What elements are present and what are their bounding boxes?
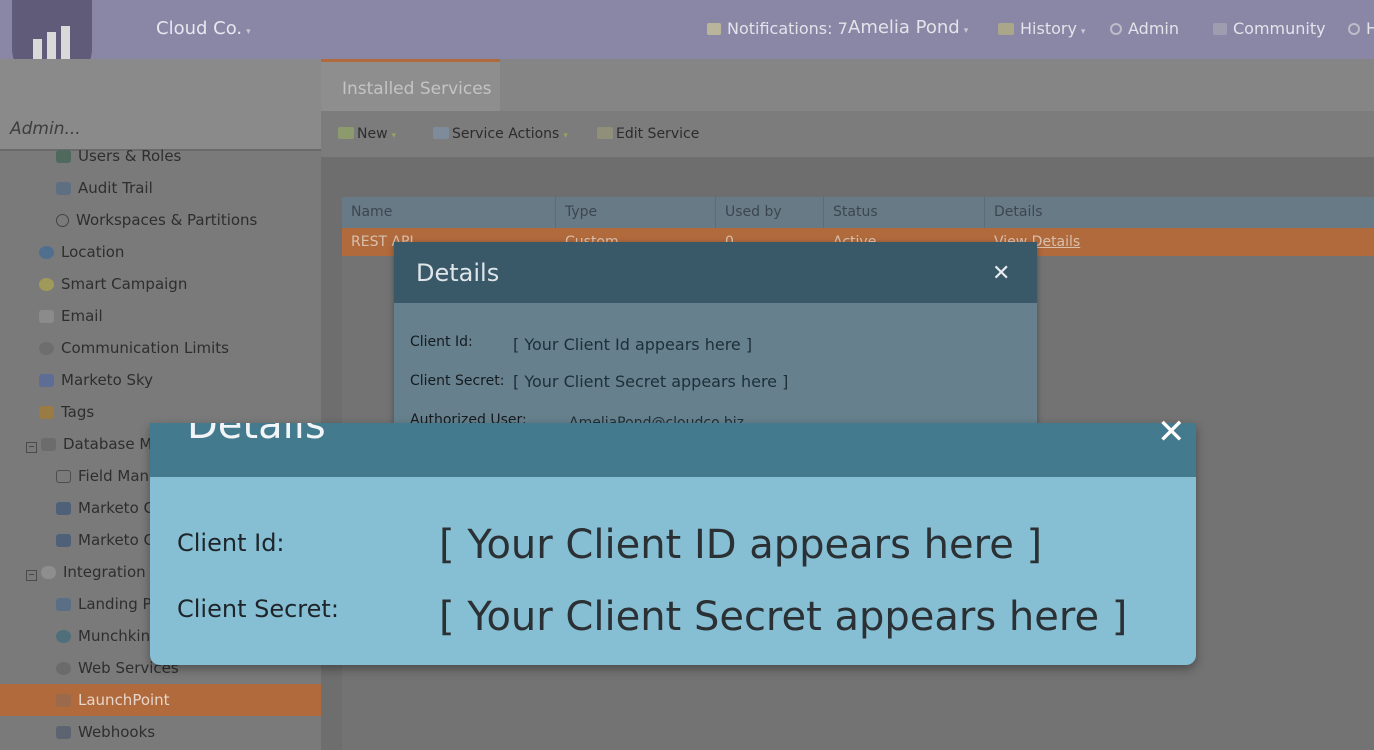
chevron-down-icon: ▾ bbox=[563, 131, 568, 141]
help-link[interactable]: H bbox=[1348, 19, 1374, 38]
callout-title: Details bbox=[187, 423, 326, 448]
sidebar-item-database-management[interactable]: − Database Ma bbox=[26, 428, 161, 460]
users-icon bbox=[56, 150, 71, 163]
column-name[interactable]: Name bbox=[342, 197, 556, 228]
callout-header: Details bbox=[150, 423, 1196, 477]
history-menu[interactable]: History ▾ bbox=[998, 19, 1085, 38]
chevron-down-icon: ▾ bbox=[1080, 27, 1086, 37]
service-actions-icon bbox=[433, 127, 449, 139]
field-icon bbox=[56, 470, 71, 483]
client-id-label: Client Id: bbox=[410, 334, 473, 350]
lightbulb-icon bbox=[39, 278, 54, 291]
sidebar-item-tags[interactable]: Tags bbox=[39, 396, 94, 428]
sidebar-item-landing-pages[interactable]: Landing Pa bbox=[56, 588, 160, 620]
rocket-icon bbox=[56, 694, 71, 707]
callout-client-id-value: [ Your Client ID appears here ] bbox=[439, 522, 1043, 568]
new-icon bbox=[338, 127, 354, 139]
column-type[interactable]: Type bbox=[556, 197, 716, 228]
cloud-icon bbox=[41, 566, 56, 579]
notifications-icon bbox=[707, 23, 721, 35]
history-icon bbox=[998, 23, 1014, 35]
workspace-brand[interactable]: Cloud Co. ▾ bbox=[156, 18, 251, 39]
bird-icon bbox=[39, 374, 54, 387]
sidebar-item-webhooks[interactable]: Webhooks bbox=[56, 716, 155, 748]
details-dialog-header: Details ✕ bbox=[394, 242, 1037, 303]
sidebar-item-marketo-custom-1[interactable]: Marketo C bbox=[56, 492, 154, 524]
admin-search[interactable]: Admin... bbox=[0, 59, 321, 151]
gear-icon bbox=[1110, 23, 1122, 35]
email-icon bbox=[39, 310, 54, 323]
column-details[interactable]: Details bbox=[985, 197, 1374, 228]
sidebar-item-marketo-custom-2[interactable]: Marketo C bbox=[56, 524, 154, 556]
marketo-icon bbox=[56, 502, 71, 515]
sidebar-item-munchkin[interactable]: Munchkin bbox=[56, 620, 150, 652]
collapse-icon[interactable]: − bbox=[26, 442, 37, 453]
edit-icon bbox=[597, 127, 613, 139]
chevron-down-icon: ▾ bbox=[391, 131, 397, 141]
collapse-icon[interactable]: − bbox=[26, 570, 37, 581]
webhook-icon bbox=[56, 726, 71, 739]
admin-search-text: Admin... bbox=[10, 119, 81, 139]
notifications-link[interactable]: Notifications: 7 bbox=[707, 19, 848, 38]
service-actions-button[interactable]: Service Actions ▾ bbox=[433, 126, 568, 142]
sidebar-item-smart-campaign[interactable]: Smart Campaign bbox=[39, 268, 187, 300]
marketo-icon bbox=[56, 534, 71, 547]
sidebar-item-integration[interactable]: − Integration bbox=[26, 556, 146, 588]
tag-icon bbox=[39, 406, 54, 419]
location-icon bbox=[39, 246, 54, 259]
details-zoom-callout: Details ✕ Client Id: [ Your Client ID ap… bbox=[150, 415, 1196, 665]
sidebar-item-location[interactable]: Location bbox=[39, 236, 124, 268]
edit-service-button[interactable]: Edit Service bbox=[597, 126, 699, 142]
toolbar: New ▾ Service Actions ▾ Edit Service bbox=[321, 111, 1374, 157]
community-icon bbox=[1213, 23, 1227, 35]
tab-installed-services[interactable]: Installed Services bbox=[321, 59, 500, 111]
tab-strip: Installed Services bbox=[321, 59, 1374, 111]
sidebar-item-communication-limits[interactable]: Communication Limits bbox=[39, 332, 229, 364]
landing-page-icon bbox=[56, 598, 71, 611]
sidebar-item-field-management[interactable]: Field Mana bbox=[56, 460, 158, 492]
callout-client-secret-value: [ Your Client Secret appears here ] bbox=[439, 594, 1128, 640]
column-status[interactable]: Status bbox=[824, 197, 985, 228]
close-icon[interactable]: ✕ bbox=[1157, 415, 1186, 449]
client-secret-value: [ Your Client Secret appears here ] bbox=[513, 372, 789, 391]
top-bar: Cloud Co. ▾ Notifications: 7 Amelia Pond ▾… bbox=[0, 0, 1374, 88]
close-icon[interactable]: ✕ bbox=[992, 261, 1010, 286]
sidebar-item-email[interactable]: Email bbox=[39, 300, 103, 332]
web-services-icon bbox=[56, 662, 71, 675]
user-menu[interactable]: Amelia Pond ▾ bbox=[848, 17, 968, 38]
sidebar-item-workspaces[interactable]: Workspaces & Partitions bbox=[56, 204, 257, 236]
sidebar-item-audit-trail[interactable]: Audit Trail bbox=[56, 172, 153, 204]
database-icon bbox=[41, 438, 56, 451]
grid-header: Name Type Used by Status Details bbox=[342, 197, 1374, 228]
client-id-value: [ Your Client Id appears here ] bbox=[513, 335, 753, 354]
callout-client-id-label: Client Id: bbox=[177, 529, 285, 557]
admin-link[interactable]: Admin bbox=[1110, 19, 1179, 38]
limits-icon bbox=[39, 342, 54, 355]
munchkin-icon bbox=[56, 630, 71, 643]
globe-icon bbox=[56, 214, 69, 227]
sidebar-item-launchpoint[interactable]: LaunchPoint bbox=[0, 684, 321, 716]
client-secret-label: Client Secret: bbox=[410, 373, 505, 389]
audit-icon bbox=[56, 182, 71, 195]
community-link[interactable]: Community bbox=[1213, 19, 1326, 38]
chevron-down-icon: ▾ bbox=[246, 27, 251, 37]
help-icon bbox=[1348, 23, 1360, 35]
column-used-by[interactable]: Used by bbox=[716, 197, 824, 228]
callout-client-secret-label: Client Secret: bbox=[177, 595, 339, 623]
chevron-down-icon: ▾ bbox=[963, 26, 969, 36]
details-dialog-title: Details bbox=[416, 259, 500, 287]
new-button[interactable]: New ▾ bbox=[338, 126, 396, 142]
sidebar-item-marketo-sky[interactable]: Marketo Sky bbox=[39, 364, 153, 396]
sidebar-item-users-roles[interactable]: Users & Roles bbox=[56, 140, 181, 172]
